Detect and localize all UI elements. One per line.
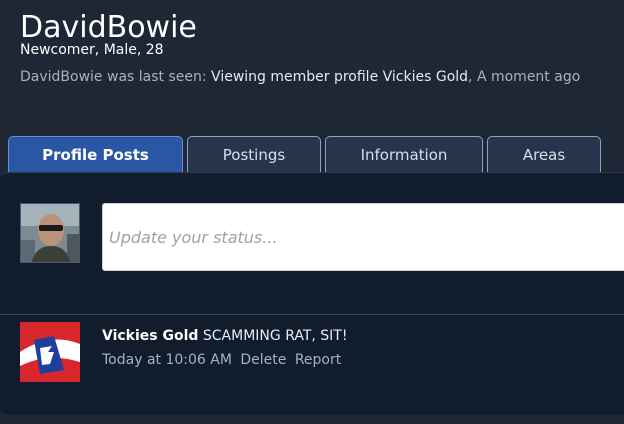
post-report-link[interactable]: Report <box>295 352 341 368</box>
tab-profile-posts[interactable]: Profile Posts <box>8 136 183 173</box>
current-user-avatar[interactable] <box>20 203 80 263</box>
post-meta: Today at 10:06 AM Delete Report <box>102 351 341 369</box>
last-seen-activity[interactable]: Viewing member profile <box>211 69 378 85</box>
last-seen-time: A moment ago <box>476 69 581 85</box>
profile-username: DavidBowie <box>20 10 197 45</box>
tab-postings[interactable]: Postings <box>187 136 321 172</box>
last-seen-prefix: DavidBowie was last seen: <box>20 69 207 85</box>
post-delete-link[interactable]: Delete <box>240 352 286 368</box>
tab-information[interactable]: Information <box>325 136 483 172</box>
vickies-gold-logo-icon <box>20 322 80 382</box>
post-content: Vickies Gold SCAMMING RAT, SIT! <box>102 327 347 345</box>
post-author-link[interactable]: Vickies Gold <box>102 328 198 344</box>
last-seen-target-link[interactable]: Vickies Gold <box>383 69 468 85</box>
last-seen-line: DavidBowie was last seen: Viewing member… <box>20 69 581 85</box>
post-author-avatar[interactable] <box>20 322 80 382</box>
post-message: SCAMMING RAT, SIT! <box>202 328 348 344</box>
profile-meta: Newcomer, Male, 28 <box>20 42 164 58</box>
post-divider <box>0 314 624 315</box>
avatar-photo-icon <box>21 204 79 262</box>
status-update-input[interactable] <box>102 203 624 271</box>
post-timestamp[interactable]: Today at 10:06 AM <box>102 352 232 368</box>
tab-areas[interactable]: Areas <box>487 136 601 172</box>
